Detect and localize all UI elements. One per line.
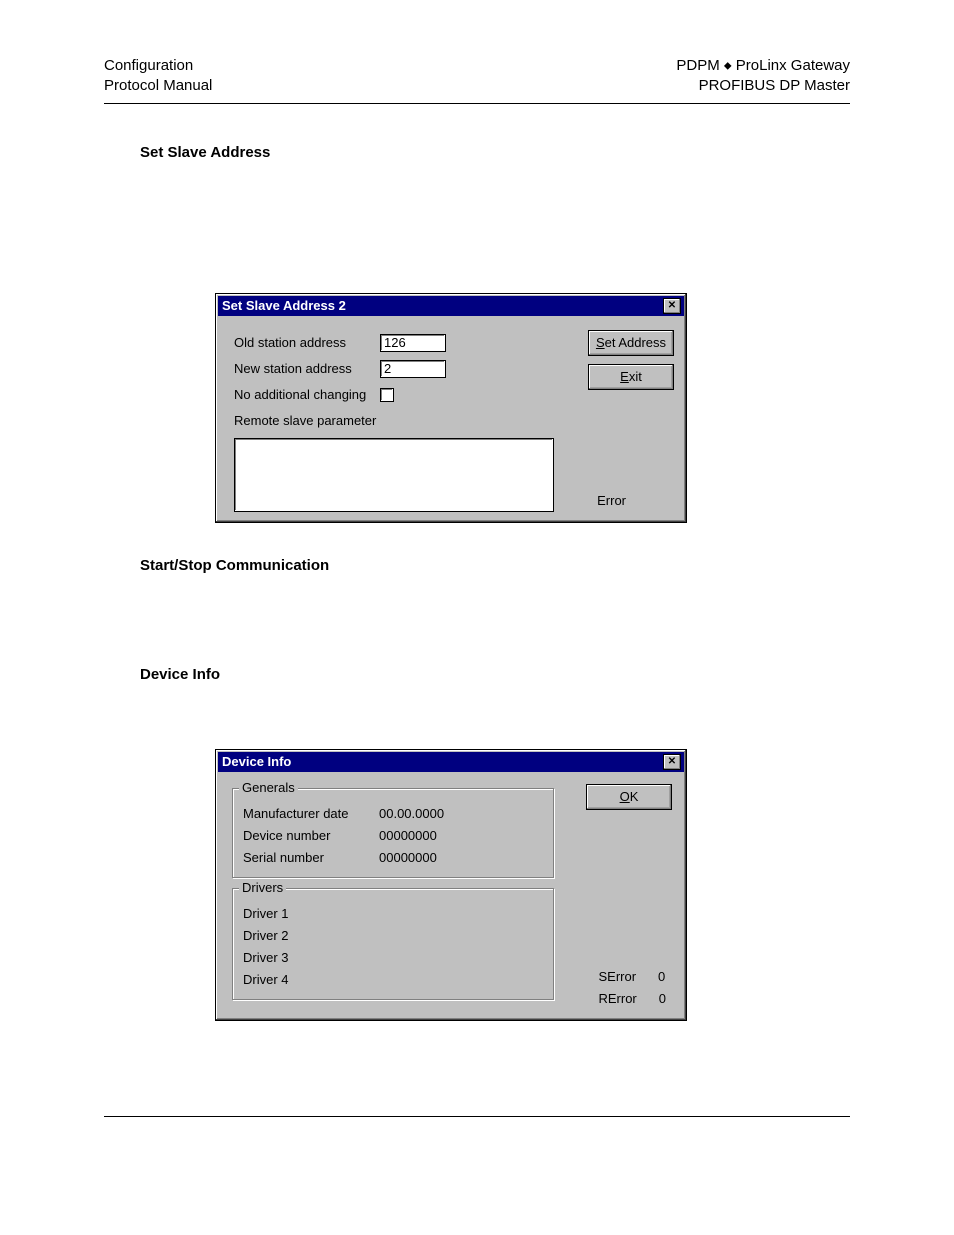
header-right-pdpm: PDPM	[676, 57, 724, 74]
status-area: SError 0 RError 0	[598, 966, 666, 1010]
driver-2: Driver 2	[243, 928, 289, 943]
header-right-line2: PROFIBUS DP Master	[676, 76, 850, 96]
remote-slave-label: Remote slave parameter	[234, 413, 380, 428]
section-set-slave-address: Set Slave Address	[140, 144, 954, 161]
no-additional-checkbox[interactable]	[380, 388, 394, 402]
section-start-stop: Start/Stop Communication	[140, 557, 954, 574]
device-number-label: Device number	[243, 828, 379, 843]
exit-u: E	[620, 369, 629, 384]
header-left-line2: Protocol Manual	[104, 76, 212, 96]
exit-button[interactable]: Exit	[588, 364, 674, 390]
generals-legend: Generals	[239, 780, 298, 795]
remote-slave-parameter-box[interactable]	[234, 438, 554, 512]
driver-3: Driver 3	[243, 950, 289, 965]
serror-label: SError	[598, 969, 636, 984]
manufacturer-date-label: Manufacturer date	[243, 806, 379, 821]
driver-1: Driver 1	[243, 906, 289, 921]
device-number-value: 00000000	[379, 828, 437, 843]
group-generals: Generals Manufacturer date 00.00.0000 De…	[232, 788, 554, 878]
manufacturer-date-value: 00.00.0000	[379, 806, 444, 821]
old-station-input[interactable]	[380, 334, 446, 352]
new-station-input[interactable]	[380, 360, 446, 378]
header-right: PDPM ◆ ProLinx Gateway PROFIBUS DP Maste…	[676, 56, 850, 97]
dialog-device-info: Device Info ✕ Generals Manufacturer date…	[215, 749, 687, 1021]
section-device-info: Device Info	[140, 666, 954, 683]
set-address-button[interactable]: Set Address	[588, 330, 674, 356]
old-station-label: Old station address	[234, 335, 380, 350]
dialog-set-slave-address: Set Slave Address 2 ✕ Old station addres…	[215, 293, 687, 523]
rerror-label: RError	[598, 991, 636, 1006]
ok-rest: K	[630, 789, 639, 804]
page-header: Configuration Protocol Manual PDPM ◆ Pro…	[104, 0, 850, 104]
serial-number-label: Serial number	[243, 850, 379, 865]
drivers-legend: Drivers	[239, 880, 286, 895]
header-left-line1: Configuration	[104, 56, 212, 76]
header-right-prolinx: ProLinx Gateway	[732, 57, 850, 74]
ok-button[interactable]: OK	[586, 784, 672, 810]
rerror-value: 0	[659, 991, 666, 1006]
set-address-rest: et Address	[605, 335, 666, 350]
diamond-icon: ◆	[724, 60, 732, 71]
serror-value: 0	[658, 969, 665, 984]
set-address-u: S	[596, 335, 605, 350]
ok-u: O	[620, 789, 630, 804]
dialog-title: Set Slave Address 2	[222, 296, 346, 316]
no-additional-label: No additional changing	[234, 387, 380, 402]
serial-number-value: 00000000	[379, 850, 437, 865]
close-icon[interactable]: ✕	[663, 298, 681, 314]
new-station-label: New station address	[234, 361, 380, 376]
error-label: Error	[597, 493, 626, 508]
group-drivers: Drivers Driver 1 Driver 2 Driver 3 Drive…	[232, 888, 554, 1000]
dialog2-title: Device Info	[222, 752, 291, 772]
titlebar-2: Device Info ✕	[218, 752, 684, 772]
driver-4: Driver 4	[243, 972, 289, 987]
titlebar: Set Slave Address 2 ✕	[218, 296, 684, 316]
exit-rest: xit	[629, 369, 642, 384]
close-icon-2[interactable]: ✕	[663, 754, 681, 770]
header-left: Configuration Protocol Manual	[104, 56, 212, 97]
footer-rule	[104, 1116, 850, 1117]
header-right-line1: PDPM ◆ ProLinx Gateway	[676, 56, 850, 76]
